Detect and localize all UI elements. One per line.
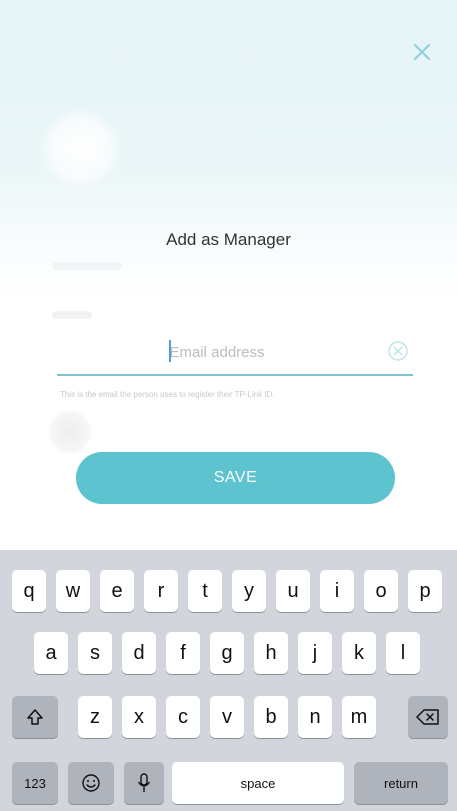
microphone-icon: [137, 773, 151, 792]
numbers-key[interactable]: 123: [12, 762, 58, 804]
key-d[interactable]: d: [122, 632, 156, 674]
text-cursor: [169, 340, 171, 362]
key-y[interactable]: y: [232, 570, 266, 612]
key-j[interactable]: j: [298, 632, 332, 674]
dialog-title: Add as Manager: [166, 230, 291, 249]
key-x[interactable]: x: [122, 696, 156, 738]
key-c[interactable]: c: [166, 696, 200, 738]
backspace-icon: [416, 709, 439, 725]
backspace-key[interactable]: [408, 696, 448, 738]
emoji-key[interactable]: [68, 762, 114, 804]
key-e[interactable]: e: [100, 570, 134, 612]
close-button[interactable]: [406, 36, 438, 68]
key-z[interactable]: z: [78, 696, 112, 738]
email-field[interactable]: [57, 332, 413, 376]
key-q[interactable]: q: [12, 570, 46, 612]
key-l[interactable]: l: [386, 632, 420, 674]
email-input[interactable]: [57, 332, 377, 372]
helper-text: This is the email the person uses to reg…: [60, 390, 275, 399]
key-o[interactable]: o: [364, 570, 398, 612]
clear-icon[interactable]: [387, 340, 409, 362]
add-manager-screen: Add as Manager This is the email the per…: [0, 0, 457, 811]
key-r[interactable]: r: [144, 570, 178, 612]
key-n[interactable]: n: [298, 696, 332, 738]
background-text-line: [52, 262, 122, 270]
emoji-icon: [82, 774, 100, 792]
key-s[interactable]: s: [78, 632, 112, 674]
key-w[interactable]: w: [56, 570, 90, 612]
key-a[interactable]: a: [34, 632, 68, 674]
key-h[interactable]: h: [254, 632, 288, 674]
blurred-avatar: [42, 110, 120, 188]
key-b[interactable]: b: [254, 696, 288, 738]
shift-icon: [27, 709, 43, 725]
save-button[interactable]: SAVE: [76, 452, 395, 504]
key-i[interactable]: i: [320, 570, 354, 612]
key-u[interactable]: u: [276, 570, 310, 612]
key-g[interactable]: g: [210, 632, 244, 674]
dictation-key[interactable]: [124, 762, 164, 804]
shift-key[interactable]: [12, 696, 58, 738]
key-k[interactable]: k: [342, 632, 376, 674]
space-key[interactable]: space: [172, 762, 344, 804]
key-f[interactable]: f: [166, 632, 200, 674]
keyboard: q w e r t y u i o p a s d f g h j k l z …: [0, 550, 457, 811]
key-m[interactable]: m: [342, 696, 376, 738]
key-p[interactable]: p: [408, 570, 442, 612]
return-key[interactable]: return: [354, 762, 448, 804]
key-t[interactable]: t: [188, 570, 222, 612]
background-text-line: [52, 311, 92, 319]
key-v[interactable]: v: [210, 696, 244, 738]
close-icon: [413, 43, 431, 61]
background-avatar: [48, 410, 92, 454]
